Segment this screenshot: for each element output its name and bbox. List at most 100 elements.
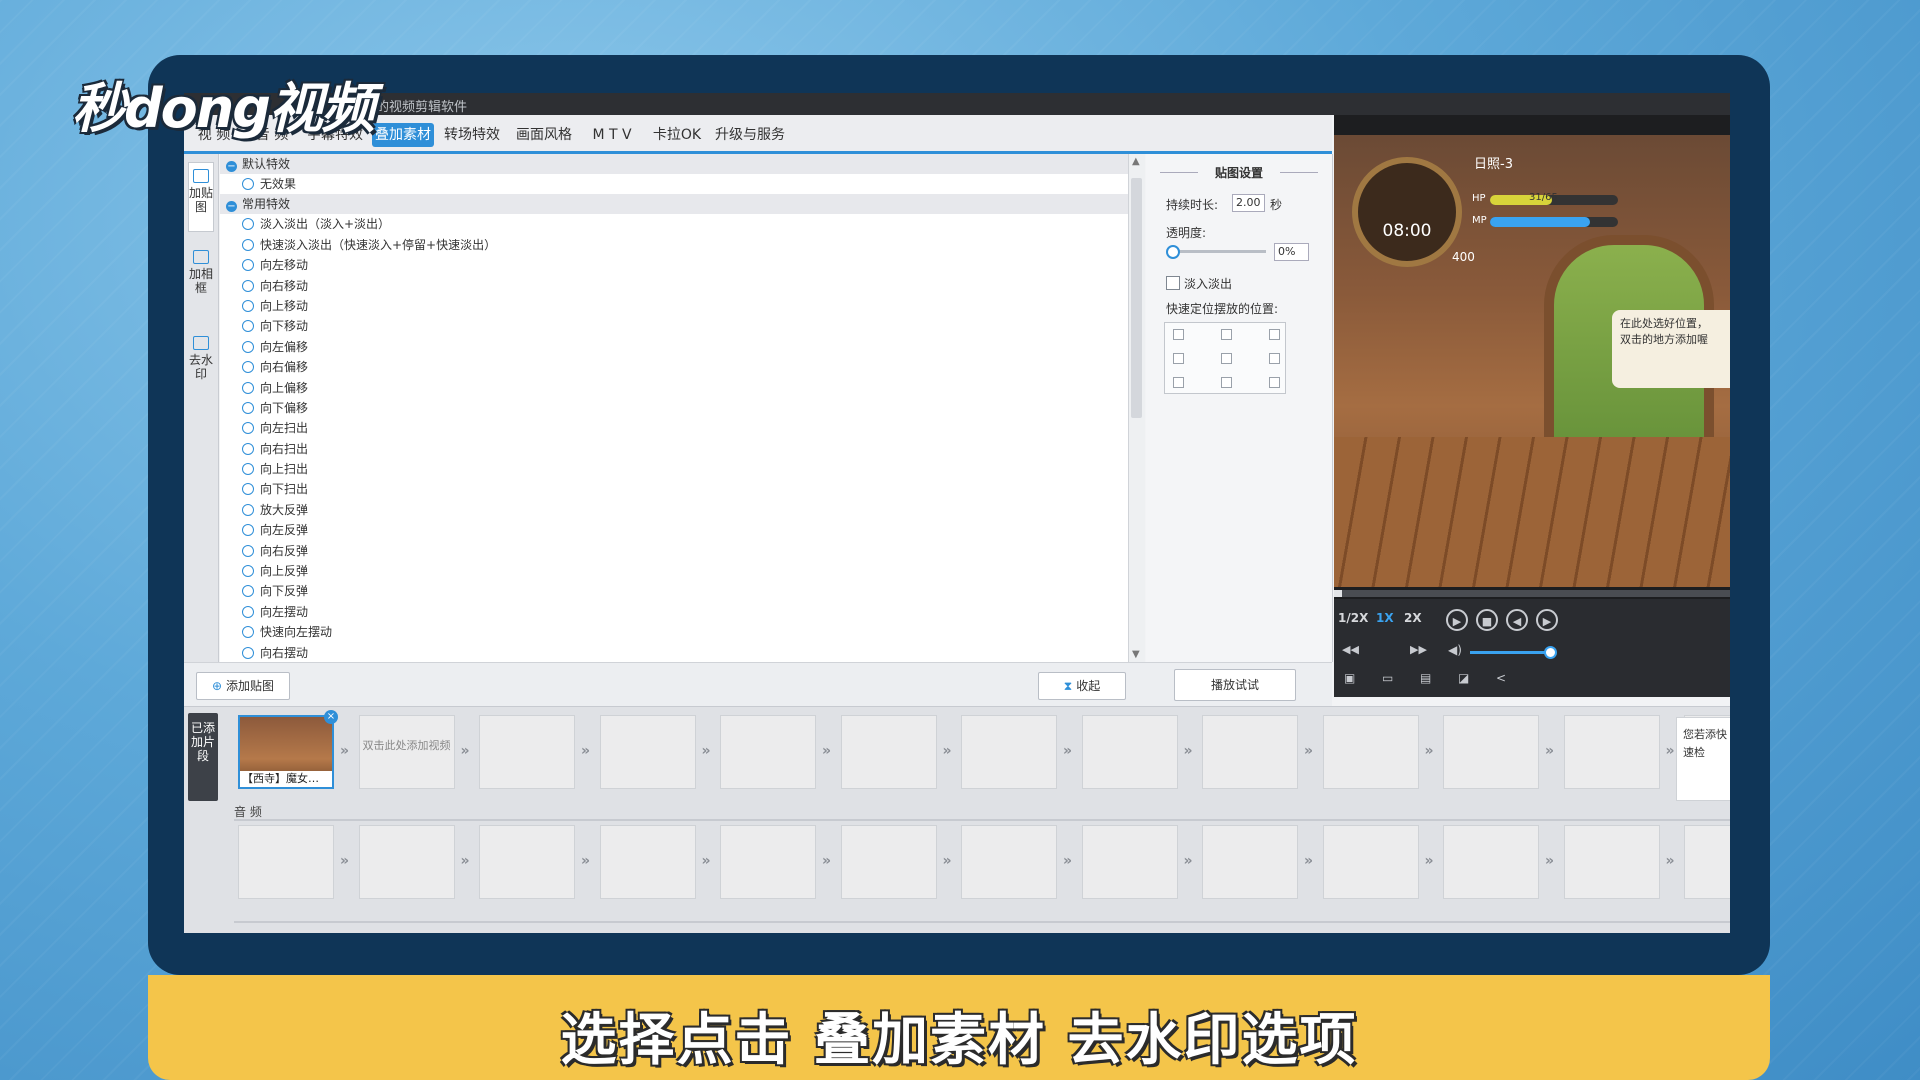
- timeline-slot[interactable]: [1443, 715, 1539, 789]
- opacity-slider-track[interactable]: [1168, 250, 1266, 253]
- timeline-slot[interactable]: [1322, 715, 1419, 789]
- timeline-slot[interactable]: [358, 825, 455, 899]
- position-bottom-right[interactable]: [1269, 377, 1280, 388]
- stop-icon[interactable]: ■: [1476, 609, 1498, 631]
- list-item[interactable]: 向上偏移: [220, 378, 1128, 398]
- add-sticker-button[interactable]: ⊕ 添加贴图: [196, 672, 290, 700]
- list-item[interactable]: 向左扫出: [220, 418, 1128, 438]
- open-folder-icon[interactable]: ▭: [1382, 671, 1398, 685]
- timeline-slot[interactable]: [479, 825, 575, 899]
- position-top-right[interactable]: [1269, 329, 1280, 340]
- timeline-slot[interactable]: [599, 825, 696, 899]
- list-item[interactable]: 向右移动: [220, 276, 1128, 296]
- timeline-slot[interactable]: [840, 715, 937, 789]
- list-item[interactable]: 向上扫出: [220, 459, 1128, 479]
- fade-checkbox[interactable]: [1166, 276, 1180, 290]
- list-item[interactable]: 向左移动: [220, 255, 1128, 275]
- group-common-effects[interactable]: − 常用特效: [220, 194, 1128, 215]
- timeline-slot[interactable]: [1081, 715, 1178, 789]
- edit-icon[interactable]: ◪: [1458, 671, 1474, 685]
- opacity-slider-knob[interactable]: [1166, 245, 1180, 259]
- position-top-left[interactable]: [1173, 329, 1184, 340]
- list-item[interactable]: 放大反弹: [220, 500, 1128, 520]
- tab-transition-effects[interactable]: 转场特效: [438, 123, 506, 147]
- timeline-slot[interactable]: [238, 825, 334, 899]
- playback-progress-bar[interactable]: [1334, 590, 1730, 597]
- timeline-slot[interactable]: 双击此处添加视频: [358, 715, 455, 789]
- remove-clip-icon[interactable]: ×: [324, 710, 338, 724]
- volume-slider-knob[interactable]: [1544, 646, 1557, 659]
- tab-karaoke[interactable]: 卡拉OK: [646, 123, 708, 147]
- position-bottom-left[interactable]: [1173, 377, 1184, 388]
- list-item[interactable]: 无效果: [220, 174, 1128, 194]
- timeline-slot[interactable]: [961, 715, 1057, 789]
- list-item[interactable]: 向左偏移: [220, 337, 1128, 357]
- list-item[interactable]: 向下移动: [220, 316, 1128, 336]
- play-icon[interactable]: ▶: [1446, 609, 1468, 631]
- list-item[interactable]: 向右摆动: [220, 643, 1128, 662]
- speed-2x[interactable]: 2X: [1404, 611, 1422, 625]
- timeline-slot[interactable]: [479, 715, 575, 789]
- timeline-slot[interactable]: [1684, 825, 1730, 899]
- timeline-slot[interactable]: [599, 715, 696, 789]
- volume-slider-track[interactable]: [1470, 651, 1550, 654]
- timeline-clip[interactable]: 【西寺】魔女… ×: [238, 710, 338, 789]
- list-item[interactable]: 向下偏移: [220, 398, 1128, 418]
- timeline-slot[interactable]: [1322, 825, 1419, 899]
- timeline-slot[interactable]: [961, 825, 1057, 899]
- list-item[interactable]: 向下反弹: [220, 581, 1128, 601]
- nav-remove-watermark[interactable]: 去水印: [188, 332, 214, 394]
- position-top-center[interactable]: [1221, 329, 1232, 340]
- nav-add-frame[interactable]: 加相框: [188, 246, 214, 308]
- tab-overlay-material[interactable]: 叠加素材: [372, 123, 434, 147]
- preview-play-button[interactable]: 播放试试: [1174, 669, 1296, 701]
- timeline-slot[interactable]: [1202, 715, 1298, 789]
- timeline-slot[interactable]: [720, 715, 816, 789]
- list-item[interactable]: 快速向左摆动: [220, 622, 1128, 642]
- list-item[interactable]: 快速淡入淡出（快速淡入+停留+快速淡出）: [220, 235, 1128, 255]
- timeline-slot[interactable]: [1563, 825, 1660, 899]
- list-item[interactable]: 向下扫出: [220, 479, 1128, 499]
- speed-half[interactable]: 1/2X: [1338, 611, 1368, 625]
- speed-1x[interactable]: 1X: [1376, 611, 1394, 625]
- opacity-input[interactable]: 0%: [1274, 243, 1309, 261]
- volume-icon[interactable]: ◀): [1448, 643, 1462, 657]
- timeline-slot[interactable]: [1081, 825, 1178, 899]
- tab-mtv[interactable]: M T V: [582, 123, 642, 147]
- save-icon[interactable]: ▤: [1420, 671, 1436, 685]
- position-middle-left[interactable]: [1173, 353, 1184, 364]
- list-item[interactable]: 向右扫出: [220, 439, 1128, 459]
- position-bottom-center[interactable]: [1221, 377, 1232, 388]
- timeline-slot[interactable]: [1202, 825, 1298, 899]
- list-item[interactable]: 淡入淡出（淡入+淡出）: [220, 214, 1128, 234]
- list-item[interactable]: 向左摆动: [220, 602, 1128, 622]
- timeline-slot[interactable]: [720, 825, 816, 899]
- fast-forward-icon[interactable]: ▶▶: [1410, 643, 1427, 656]
- collapse-button[interactable]: ⧗ 收起: [1038, 672, 1126, 700]
- effect-list-scrollbar[interactable]: ▲ ▼: [1128, 154, 1145, 662]
- nav-add-sticker[interactable]: 加贴图: [188, 162, 214, 232]
- screenshot-icon[interactable]: ▣: [1344, 671, 1360, 685]
- next-frame-icon[interactable]: ▶: [1536, 609, 1558, 631]
- preview-video-frame[interactable]: 08:00 日照-3 HP 31/65 MP 400 在此处选好位置， 双击的地…: [1334, 135, 1730, 587]
- share-icon[interactable]: <: [1496, 671, 1512, 685]
- timeline-slot[interactable]: [1563, 715, 1660, 789]
- position-middle-right[interactable]: [1269, 353, 1280, 364]
- list-item[interactable]: 向右反弹: [220, 541, 1128, 561]
- duration-input[interactable]: 2.00: [1232, 194, 1265, 212]
- group-default-effects[interactable]: − 默认特效: [220, 154, 1128, 174]
- list-item[interactable]: 向上反弹: [220, 561, 1128, 581]
- scroll-thumb[interactable]: [1131, 178, 1142, 418]
- timeline-slot[interactable]: [840, 825, 937, 899]
- list-item[interactable]: 向左反弹: [220, 520, 1128, 540]
- scroll-up-icon[interactable]: ▲: [1132, 156, 1140, 167]
- rewind-icon[interactable]: ◀◀: [1342, 643, 1359, 656]
- scroll-down-icon[interactable]: ▼: [1132, 649, 1140, 660]
- list-item[interactable]: 向上移动: [220, 296, 1128, 316]
- tab-picture-style[interactable]: 画面风格: [510, 123, 578, 147]
- prev-frame-icon[interactable]: ◀: [1506, 609, 1528, 631]
- position-center[interactable]: [1221, 353, 1232, 364]
- timeline-slot[interactable]: [1443, 825, 1539, 899]
- tab-upgrade-service[interactable]: 升级与服务: [712, 123, 788, 147]
- list-item[interactable]: 向右偏移: [220, 357, 1128, 377]
